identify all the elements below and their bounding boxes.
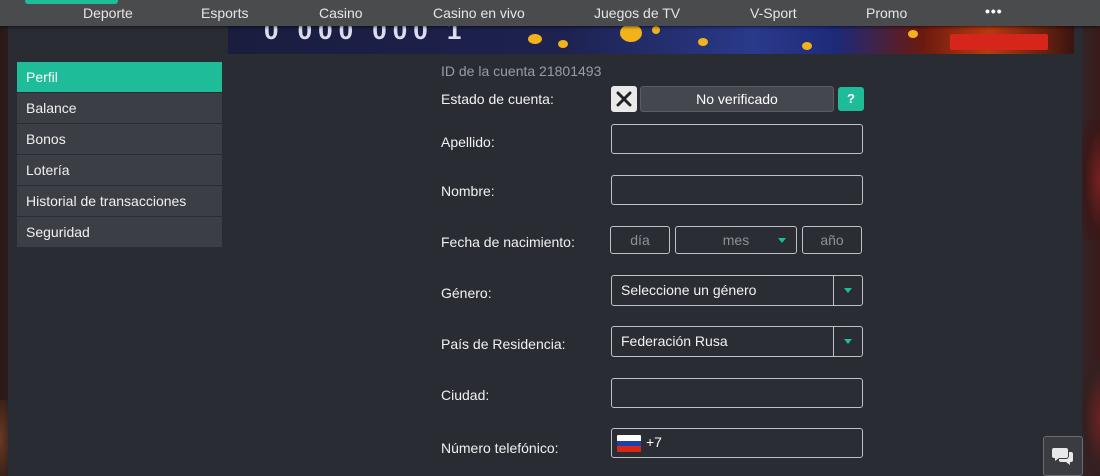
help-button[interactable]: ?	[838, 87, 864, 111]
chevron-down-icon	[778, 238, 786, 243]
close-x-icon	[611, 86, 637, 112]
select-divider	[833, 276, 834, 305]
gender-select[interactable]: Seleccione un género	[611, 275, 863, 306]
coin-decoration	[620, 24, 642, 42]
birthdate-label: Fecha de nacimiento:	[441, 234, 575, 250]
coin-decoration	[908, 30, 918, 38]
sidebar-item-loteria[interactable]: Lotería	[17, 155, 222, 185]
coin-decoration	[802, 42, 812, 50]
chat-button[interactable]	[1043, 436, 1083, 476]
nav-item-promo[interactable]: Promo	[866, 5, 907, 21]
name-field[interactable]	[611, 175, 863, 205]
phone-label: Número telefónico:	[441, 440, 559, 456]
verification-status: No verificado	[640, 86, 834, 112]
account-sidebar: Perfil Balance Bonos Lotería Historial d…	[17, 62, 222, 248]
nav-item-casino-en-vivo[interactable]: Casino en vivo	[433, 5, 525, 21]
sidebar-item-bonos[interactable]: Bonos	[17, 124, 222, 154]
birth-month-select[interactable]: mes	[675, 226, 797, 254]
coin-decoration	[652, 26, 660, 34]
nav-item-juegos-de-tv[interactable]: Juegos de TV	[594, 5, 680, 21]
nav-item-casino[interactable]: Casino	[319, 5, 363, 21]
name-label: Nombre:	[441, 183, 495, 199]
casino-logo[interactable]	[25, 0, 118, 4]
chevron-down-icon	[844, 339, 852, 344]
coin-decoration	[698, 38, 708, 46]
nav-item-esports[interactable]: Esports	[201, 5, 248, 21]
banner-cta-button[interactable]	[950, 34, 1048, 50]
nav-item-deporte[interactable]: Deporte	[83, 5, 133, 21]
status-label: Estado de cuenta:	[441, 91, 554, 107]
country-label: País de Residencia:	[441, 336, 566, 352]
phone-country-code: +7	[646, 434, 662, 450]
birth-month-placeholder: mes	[722, 232, 750, 248]
surname-label: Apellido:	[441, 134, 495, 150]
select-divider	[833, 327, 834, 356]
account-id: ID de la cuenta 21801493	[441, 63, 602, 79]
sidebar-item-perfil[interactable]: Perfil	[17, 62, 222, 92]
city-field[interactable]	[611, 378, 863, 408]
nav-item-v-sport[interactable]: V-Sport	[750, 5, 797, 21]
city-label: Ciudad:	[441, 387, 490, 403]
phone-field[interactable]: +7	[611, 428, 863, 458]
birth-year-field[interactable]: año	[802, 226, 862, 254]
surname-field[interactable]	[611, 124, 863, 154]
coin-decoration	[528, 34, 542, 44]
gender-value: Seleccione un género	[621, 282, 757, 298]
gender-label: Género:	[441, 285, 492, 301]
chat-bubbles-icon	[1052, 448, 1073, 465]
sidebar-item-historial[interactable]: Historial de transacciones	[17, 186, 222, 216]
background-decoration	[1082, 360, 1100, 476]
chevron-down-icon	[844, 288, 852, 293]
top-navigation: Deporte Esports Casino Casino en vivo Ju…	[0, 0, 1100, 26]
coin-decoration	[558, 40, 568, 48]
more-menu-icon[interactable]: •••	[985, 3, 1003, 19]
birth-day-field[interactable]: día	[610, 226, 670, 254]
country-select[interactable]: Federación Rusa	[611, 326, 863, 357]
sidebar-item-balance[interactable]: Balance	[17, 93, 222, 123]
sidebar-item-seguridad[interactable]: Seguridad	[17, 217, 222, 247]
russia-flag-icon[interactable]	[617, 435, 641, 452]
background-decoration	[1082, 120, 1100, 240]
country-value: Federación Rusa	[621, 333, 728, 349]
